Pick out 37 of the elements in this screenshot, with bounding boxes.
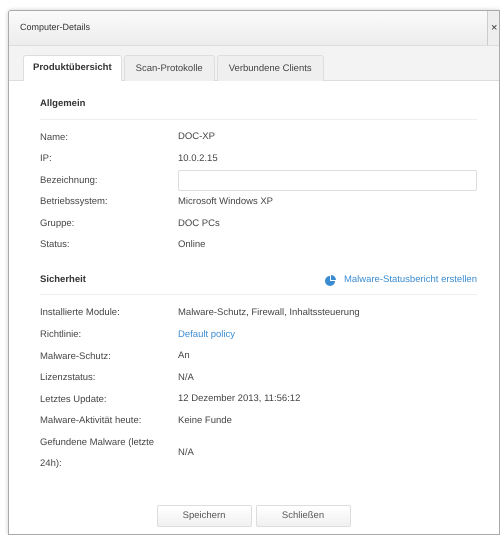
dialog-button[interactable]: Schließen — [256, 505, 350, 528]
field-label: Lizenzstatus: — [40, 371, 96, 386]
field-value: An — [178, 349, 190, 364]
field-value: 12 Dezember 2013, 11:56:12 — [178, 392, 300, 406]
close-button[interactable]: × — [487, 11, 499, 45]
field-label: Letztes Update: — [40, 392, 108, 407]
field-label: Status: — [40, 238, 71, 252]
field-label: Installierte Module: — [40, 306, 121, 320]
field-value: Malware-Schutz, Firewall, Inhaltssteuerung — [178, 306, 360, 320]
section-title: Allgemein — [40, 97, 86, 112]
field-label: Richtlinie: — [40, 328, 82, 342]
field-value: DOC-XP — [178, 130, 215, 144]
report-link[interactable]: Malware-Statusbericht erstellen — [324, 273, 477, 288]
tab[interactable]: Verbundene Clients — [216, 55, 324, 82]
tab[interactable]: Produktübersicht — [23, 55, 122, 82]
pie-chart-icon — [324, 274, 336, 286]
policy-link[interactable]: Default policy — [178, 328, 236, 342]
field-value: N/A — [178, 370, 194, 385]
dialog-button[interactable]: Speichern — [156, 505, 252, 528]
field-value: Online — [178, 238, 206, 252]
field-label: Gruppe: — [40, 216, 76, 231]
field-label: Betriebssystem: — [40, 195, 109, 210]
window-title: Computer-Details — [20, 21, 90, 34]
field-value: N/A — [178, 446, 194, 460]
field-value: Microsoft Windows XP — [178, 194, 274, 209]
field-value: 10.0.2.15 — [178, 152, 218, 166]
field-label: Bezeichnung: — [40, 174, 99, 188]
field-label: Name: — [40, 130, 69, 144]
tab[interactable]: Scan-Protokolle — [124, 55, 215, 82]
field-label: Malware-Schutz: — [40, 350, 112, 364]
field-label: IP: — [40, 152, 53, 166]
field-value: Keine Funde — [178, 414, 232, 428]
field-label: Gefundene Malware (letzte 24h): — [40, 436, 156, 472]
field-label: Malware-Aktivität heute: — [40, 414, 142, 428]
section-title: Sicherheit — [40, 273, 86, 288]
field-value: DOC PCs — [178, 216, 220, 231]
input-field[interactable] — [178, 170, 477, 191]
